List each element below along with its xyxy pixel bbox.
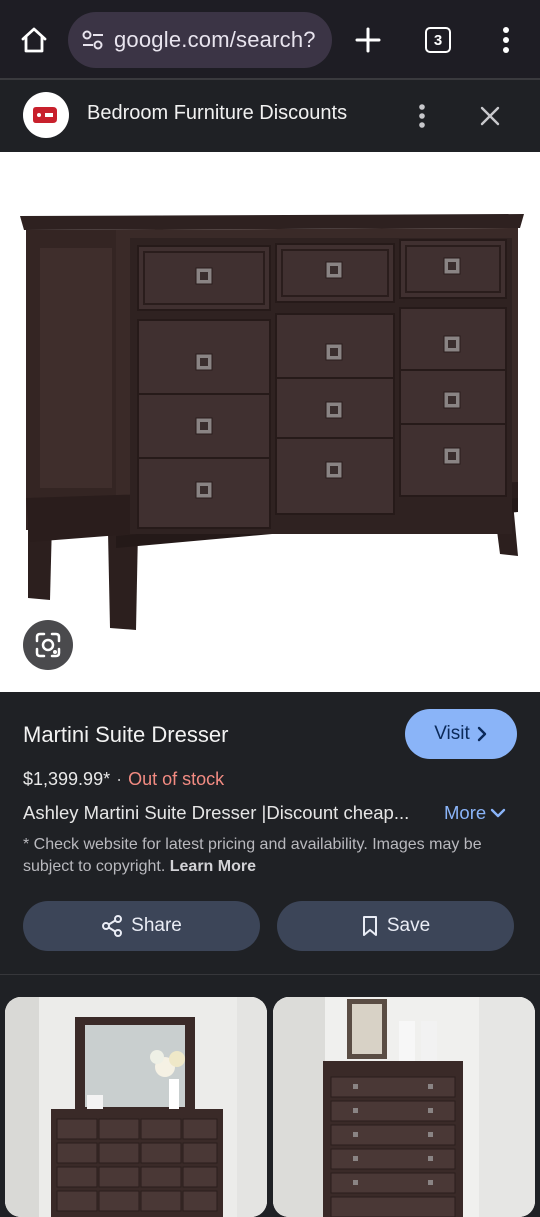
learn-more-link[interactable]: Learn More	[170, 858, 256, 875]
product-image[interactable]	[0, 152, 540, 692]
more-options-icon[interactable]	[488, 20, 524, 60]
stock-status: Out of stock	[128, 769, 225, 789]
dresser-with-mirror-image	[5, 997, 267, 1217]
product-title: Martini Suite Dresser	[23, 722, 229, 747]
share-label: Share	[131, 915, 182, 936]
site-logo	[23, 92, 69, 138]
more-button[interactable]: More	[444, 802, 506, 824]
site-settings-icon[interactable]	[78, 25, 108, 55]
close-icon[interactable]	[472, 98, 508, 134]
chevron-right-icon	[477, 726, 486, 742]
bookmark-icon	[362, 916, 377, 936]
more-options-icon[interactable]	[408, 98, 436, 134]
share-button[interactable]: Share	[23, 901, 260, 951]
google-lens-icon[interactable]	[23, 620, 73, 670]
related-images	[0, 975, 540, 1217]
visit-button-label: Visit	[434, 723, 470, 744]
dresser-illustration	[20, 214, 524, 630]
browser-toolbar: google.com/search? 3	[0, 0, 540, 80]
url-text[interactable]: google.com/search?	[114, 27, 316, 53]
description-row: Ashley Martini Suite Dresser |Discount c…	[23, 802, 517, 828]
share-icon	[102, 915, 123, 937]
site-title[interactable]: Bedroom Furniture Discounts	[87, 102, 347, 125]
new-tab-icon[interactable]	[348, 20, 388, 60]
separator: ·	[116, 769, 123, 789]
price-row: $1,399.99* · Out of stock	[23, 769, 224, 790]
home-icon[interactable]	[14, 20, 54, 60]
result-header: Bedroom Furniture Discounts	[0, 80, 540, 152]
tab-count: 3	[425, 27, 451, 53]
chevron-down-icon	[490, 808, 506, 818]
related-image-card[interactable]	[5, 997, 267, 1217]
price: $1,399.99*	[23, 769, 111, 789]
product-info-panel: Martini Suite Dresser Visit $1,399.99* · O…	[0, 692, 540, 974]
tab-switcher-button[interactable]: 3	[420, 22, 456, 58]
save-label: Save	[386, 915, 431, 936]
product-description: Ashley Martini Suite Dresser |Discount c…	[23, 802, 410, 823]
chest-image	[273, 997, 535, 1217]
address-bar[interactable]: google.com/search?	[68, 12, 332, 68]
more-label: More	[444, 802, 487, 823]
disclaimer: * Check website for latest pricing and a…	[23, 834, 517, 878]
related-image-card[interactable]	[273, 997, 535, 1217]
save-button[interactable]: Save	[277, 901, 514, 951]
visit-button[interactable]: Visit	[405, 709, 517, 759]
